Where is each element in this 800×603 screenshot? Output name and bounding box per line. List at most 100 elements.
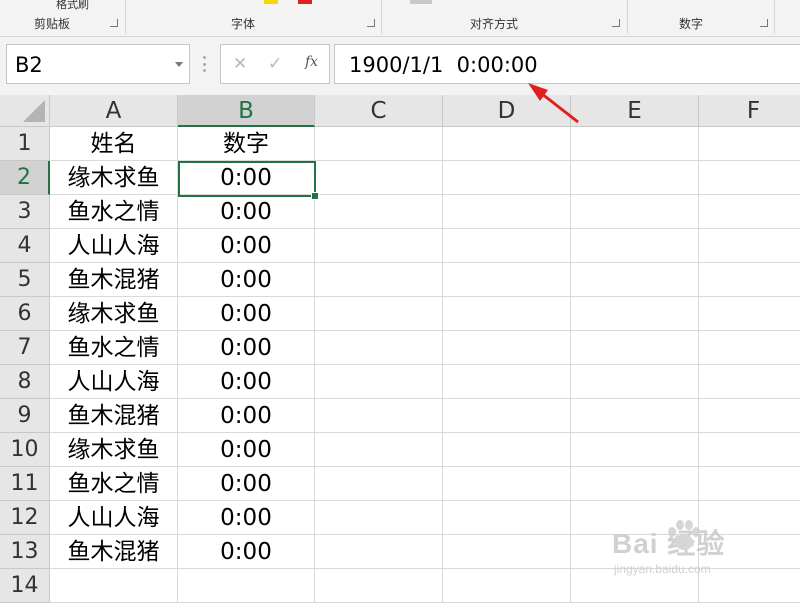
cell-b4[interactable]: 0:00 xyxy=(178,229,315,263)
cell-d1[interactable] xyxy=(443,127,571,161)
cell-b6[interactable]: 0:00 xyxy=(178,297,315,331)
column-header-b[interactable]: B xyxy=(178,95,315,127)
cell-c8[interactable] xyxy=(315,365,443,399)
cell-f11[interactable] xyxy=(699,467,800,501)
cell-a2[interactable]: 缘木求鱼 xyxy=(50,161,178,195)
font-launcher-icon[interactable] xyxy=(367,19,375,27)
chevron-down-icon[interactable] xyxy=(175,62,183,67)
cell-a6[interactable]: 缘木求鱼 xyxy=(50,297,178,331)
cell-b3[interactable]: 0:00 xyxy=(178,195,315,229)
row-header-7[interactable]: 7 xyxy=(0,331,50,365)
row-header-5[interactable]: 5 xyxy=(0,263,50,297)
cell-e4[interactable] xyxy=(571,229,699,263)
cell-a10[interactable]: 缘木求鱼 xyxy=(50,433,178,467)
cell-b10[interactable]: 0:00 xyxy=(178,433,315,467)
cell-f5[interactable] xyxy=(699,263,800,297)
cell-e11[interactable] xyxy=(571,467,699,501)
cell-d10[interactable] xyxy=(443,433,571,467)
cell-f3[interactable] xyxy=(699,195,800,229)
cell-c4[interactable] xyxy=(315,229,443,263)
cell-b7[interactable]: 0:00 xyxy=(178,331,315,365)
column-header-d[interactable]: D xyxy=(443,95,571,127)
cell-e10[interactable] xyxy=(571,433,699,467)
cell-c6[interactable] xyxy=(315,297,443,331)
cell-a13[interactable]: 鱼木混猪 xyxy=(50,535,178,569)
row-header-9[interactable]: 9 xyxy=(0,399,50,433)
cancel-icon[interactable]: ✕ xyxy=(233,54,247,74)
cell-f4[interactable] xyxy=(699,229,800,263)
cell-f9[interactable] xyxy=(699,399,800,433)
alignment-launcher-icon[interactable] xyxy=(612,19,620,27)
cell-d6[interactable] xyxy=(443,297,571,331)
cell-b5[interactable]: 0:00 xyxy=(178,263,315,297)
cell-d8[interactable] xyxy=(443,365,571,399)
column-header-c[interactable]: C xyxy=(315,95,443,127)
cell-a1[interactable]: 姓名 xyxy=(50,127,178,161)
cell-d7[interactable] xyxy=(443,331,571,365)
cell-b12[interactable]: 0:00 xyxy=(178,501,315,535)
cell-c9[interactable] xyxy=(315,399,443,433)
cell-e5[interactable] xyxy=(571,263,699,297)
cell-a9[interactable]: 鱼木混猪 xyxy=(50,399,178,433)
cell-c14[interactable] xyxy=(315,569,443,603)
cell-c13[interactable] xyxy=(315,535,443,569)
name-box[interactable]: B2 xyxy=(6,44,190,84)
font-color-icon[interactable] xyxy=(298,0,312,4)
cell-a12[interactable]: 人山人海 xyxy=(50,501,178,535)
number-launcher-icon[interactable] xyxy=(760,19,768,27)
cell-f8[interactable] xyxy=(699,365,800,399)
cell-b9[interactable]: 0:00 xyxy=(178,399,315,433)
cell-e6[interactable] xyxy=(571,297,699,331)
row-header-11[interactable]: 11 xyxy=(0,467,50,501)
cell-a5[interactable]: 鱼木混猪 xyxy=(50,263,178,297)
cell-d2[interactable] xyxy=(443,161,571,195)
cell-d5[interactable] xyxy=(443,263,571,297)
cell-d9[interactable] xyxy=(443,399,571,433)
cell-d12[interactable] xyxy=(443,501,571,535)
cell-a8[interactable]: 人山人海 xyxy=(50,365,178,399)
drag-handle-icon[interactable] xyxy=(203,56,206,72)
row-header-3[interactable]: 3 xyxy=(0,195,50,229)
cell-e9[interactable] xyxy=(571,399,699,433)
insert-function-icon[interactable]: fx xyxy=(305,54,318,70)
cell-a11[interactable]: 鱼水之情 xyxy=(50,467,178,501)
row-header-12[interactable]: 12 xyxy=(0,501,50,535)
cell-b2[interactable]: 0:00 xyxy=(178,161,315,195)
cell-f10[interactable] xyxy=(699,433,800,467)
cell-b14[interactable] xyxy=(178,569,315,603)
column-header-a[interactable]: A xyxy=(50,95,178,127)
cell-b13[interactable]: 0:00 xyxy=(178,535,315,569)
row-header-2[interactable]: 2 xyxy=(0,161,50,195)
cell-d4[interactable] xyxy=(443,229,571,263)
format-painter-button[interactable]: 格式刷 xyxy=(56,0,89,12)
cell-b1[interactable]: 数字 xyxy=(178,127,315,161)
enter-icon[interactable]: ✓ xyxy=(268,54,282,74)
cell-f2[interactable] xyxy=(699,161,800,195)
column-header-e[interactable]: E xyxy=(571,95,699,127)
cell-e1[interactable] xyxy=(571,127,699,161)
cell-c2[interactable] xyxy=(315,161,443,195)
select-all-button[interactable] xyxy=(0,95,50,127)
merge-icon[interactable] xyxy=(410,0,432,4)
cell-a4[interactable]: 人山人海 xyxy=(50,229,178,263)
cell-e3[interactable] xyxy=(571,195,699,229)
cell-c1[interactable] xyxy=(315,127,443,161)
cell-a14[interactable] xyxy=(50,569,178,603)
column-header-f[interactable]: F xyxy=(699,95,800,127)
cell-f1[interactable] xyxy=(699,127,800,161)
row-header-13[interactable]: 13 xyxy=(0,535,50,569)
cell-d3[interactable] xyxy=(443,195,571,229)
cell-a7[interactable]: 鱼水之情 xyxy=(50,331,178,365)
cell-d14[interactable] xyxy=(443,569,571,603)
cell-e7[interactable] xyxy=(571,331,699,365)
cell-c11[interactable] xyxy=(315,467,443,501)
cell-b8[interactable]: 0:00 xyxy=(178,365,315,399)
highlight-color-icon[interactable] xyxy=(264,0,278,4)
formula-input[interactable]: 1900/1/1 0:00:00 xyxy=(334,44,800,84)
clipboard-launcher-icon[interactable] xyxy=(110,19,118,27)
cell-c7[interactable] xyxy=(315,331,443,365)
row-header-6[interactable]: 6 xyxy=(0,297,50,331)
fill-handle[interactable] xyxy=(311,192,319,200)
cell-e8[interactable] xyxy=(571,365,699,399)
cell-b11[interactable]: 0:00 xyxy=(178,467,315,501)
